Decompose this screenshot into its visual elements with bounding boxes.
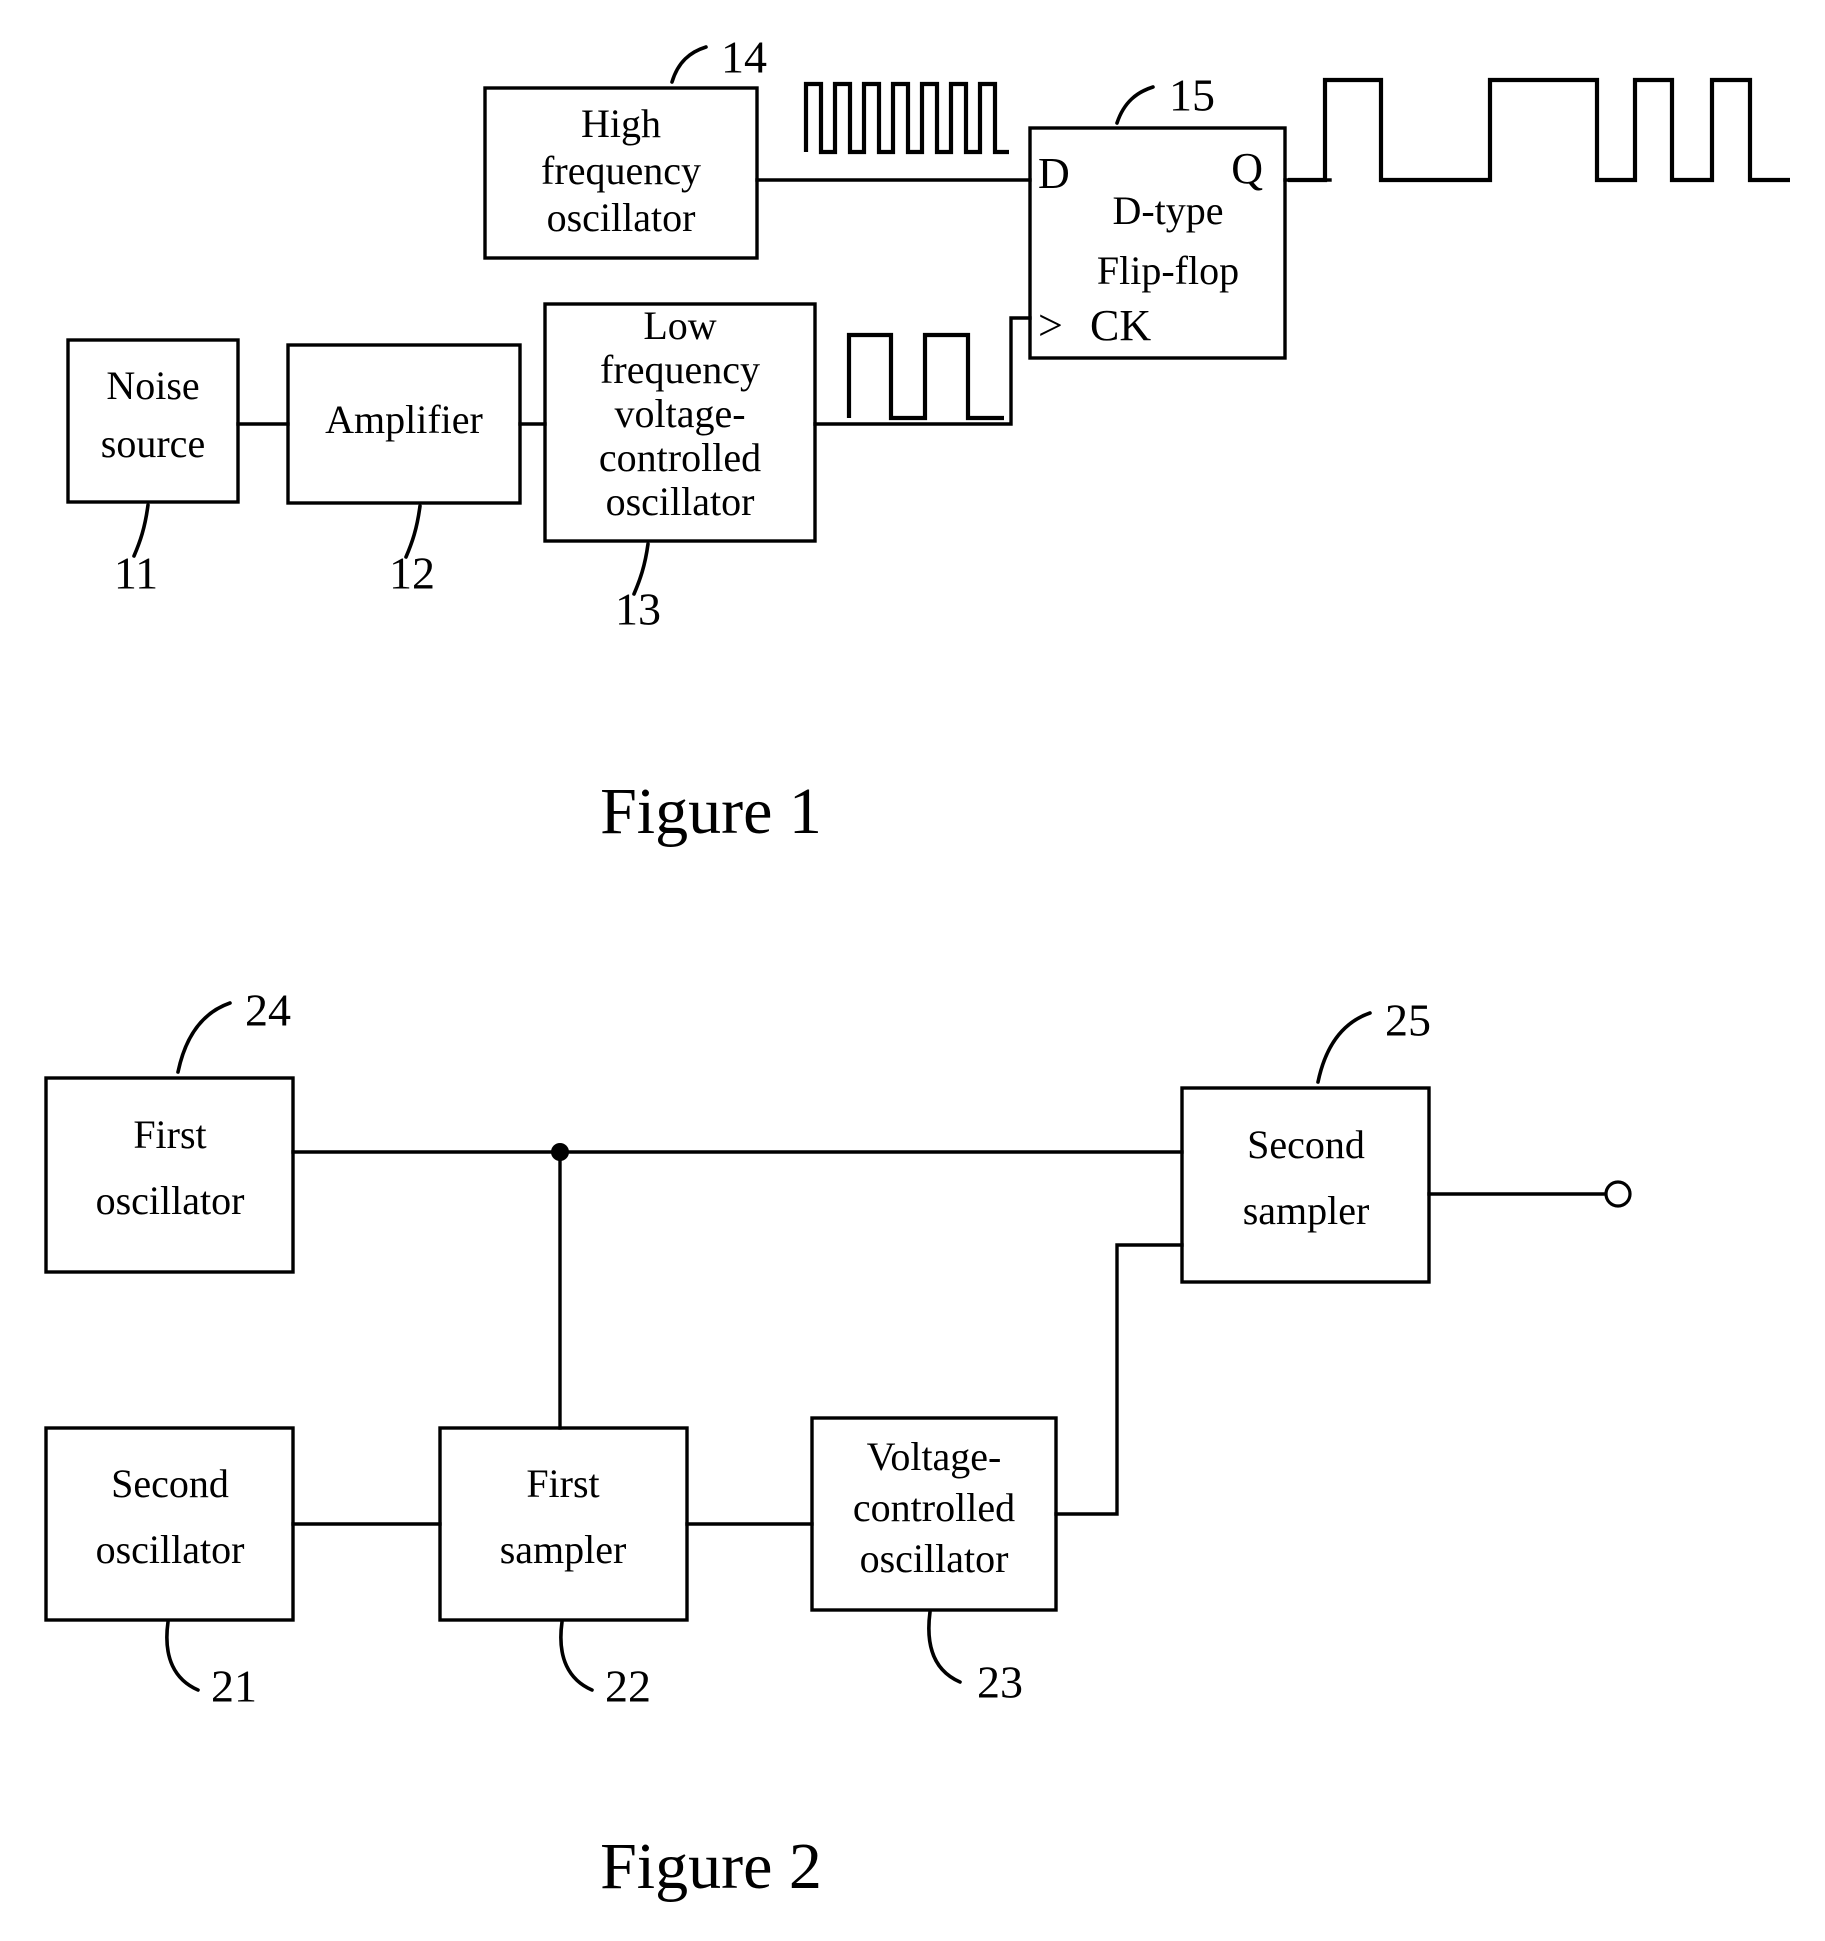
ref-number: 24	[245, 985, 291, 1036]
figure-2-group: First oscillator 24 Second sampler 25 Se…	[44, 985, 1632, 1903]
block-label-line: oscillator	[96, 1527, 245, 1572]
block-label-line: Second	[111, 1461, 229, 1506]
ref-callout-15: 15	[1115, 70, 1215, 125]
ref-callout-24: 24	[176, 985, 291, 1074]
block-label-line: source	[101, 421, 205, 466]
ref-number: 22	[605, 1661, 651, 1712]
block-high-frequency-oscillator[interactable]: High frequency oscillator	[483, 86, 759, 260]
ref-number: 21	[211, 1661, 257, 1712]
ref-number: 12	[389, 548, 435, 599]
pin-label-d: D	[1038, 149, 1070, 198]
ref-callout-11: 11	[114, 503, 158, 599]
block-label-line: First	[133, 1112, 206, 1157]
block-second-sampler[interactable]: Second sampler	[1180, 1086, 1431, 1284]
ref-number: 11	[114, 548, 158, 599]
figure-2-caption: Figure 2	[600, 1830, 822, 1903]
block-label-line: frequency	[541, 148, 701, 193]
block-low-frequency-vco[interactable]: Low frequency voltage- controlled oscill…	[543, 302, 817, 543]
waveform-low-frequency	[846, 332, 1004, 421]
block-noise-source[interactable]: Noise source	[66, 338, 240, 504]
figure-1-group: High frequency oscillator 14 D-type Flip…	[66, 32, 1790, 848]
block-label-line: oscillator	[860, 1536, 1009, 1581]
block-d-type-flip-flop[interactable]: D-type Flip-flop D Q > CK	[1028, 126, 1287, 360]
ref-callout-25: 25	[1316, 995, 1431, 1084]
block-first-sampler[interactable]: First sampler	[438, 1426, 689, 1622]
block-label-line: sampler	[1243, 1188, 1370, 1233]
ref-callout-22: 22	[559, 1620, 651, 1712]
block-label-line: Flip-flop	[1097, 248, 1239, 293]
waveform-high-frequency	[803, 81, 1009, 155]
block-label-line: oscillator	[547, 195, 696, 240]
ref-number: 15	[1169, 70, 1215, 121]
pin-label-ck: CK	[1090, 301, 1151, 350]
pin-label-q: Q	[1231, 144, 1263, 193]
block-label-line: controlled	[853, 1485, 1015, 1530]
block-label-line: voltage-	[614, 391, 745, 436]
block-label-line: Amplifier	[325, 397, 483, 442]
block-label-line: sampler	[500, 1527, 627, 1572]
ref-callout-13: 13	[615, 542, 661, 635]
block-label-line: Noise	[106, 363, 199, 408]
block-amplifier[interactable]: Amplifier	[286, 343, 522, 505]
output-terminal-circle[interactable]	[1604, 1180, 1632, 1208]
block-label-line: oscillator	[96, 1178, 245, 1223]
block-label-line: Second	[1247, 1122, 1365, 1167]
block-label-line: Voltage-	[867, 1434, 1002, 1479]
block-label-line: First	[526, 1461, 599, 1506]
patent-drawing-sheet: High frequency oscillator 14 D-type Flip…	[0, 0, 1825, 1941]
wire-vco-to-secondsampler	[1054, 1243, 1184, 1516]
ref-callout-23: 23	[927, 1610, 1023, 1708]
block-second-oscillator[interactable]: Second oscillator	[44, 1426, 295, 1622]
wire-junction-dot	[551, 1143, 569, 1161]
block-label-line: frequency	[600, 347, 760, 392]
ref-callout-12: 12	[389, 504, 435, 599]
block-label-line: controlled	[599, 435, 761, 480]
ref-number: 13	[615, 584, 661, 635]
ref-callout-21: 21	[165, 1620, 257, 1712]
block-label-line: D-type	[1112, 188, 1223, 233]
figure-1-caption: Figure 1	[600, 775, 822, 848]
block-voltage-controlled-oscillator[interactable]: Voltage- controlled oscillator	[810, 1416, 1058, 1612]
ref-number: 25	[1385, 995, 1431, 1046]
waveform-random-output	[1288, 77, 1790, 183]
block-first-oscillator[interactable]: First oscillator	[44, 1076, 295, 1274]
diagram-canvas: High frequency oscillator 14 D-type Flip…	[44, 32, 1790, 1903]
pin-label-clock-marker: >	[1038, 301, 1063, 350]
block-label-line: Low	[643, 303, 716, 348]
block-label-line: High	[581, 101, 661, 146]
ref-number: 23	[977, 1657, 1023, 1708]
block-label-line: oscillator	[606, 479, 755, 524]
ref-callout-14: 14	[670, 32, 767, 84]
ref-number: 14	[721, 32, 767, 83]
